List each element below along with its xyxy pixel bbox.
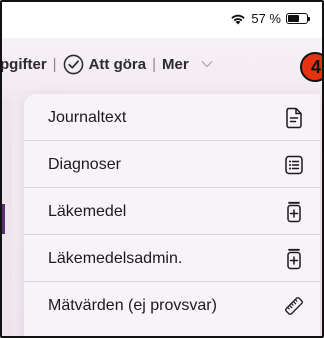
tab-mer[interactable]: Mer [162,56,189,73]
tab-att-gora[interactable]: Att göra [63,54,147,75]
battery-percent: 57 % [251,11,281,26]
wifi-icon [231,14,246,24]
nav-separator: | [52,55,57,73]
status-indicators: 57 % [230,11,310,26]
background-accent [2,204,5,234]
menu-item-lakemedel[interactable]: Läkemedel [24,188,320,235]
menu-item-label: Läkemedelsadmin. [48,249,183,267]
document-lines-icon [286,107,302,128]
tab-left-clipped[interactable]: pgifter [2,56,47,73]
menu-item-label: Diagnoser [48,155,121,173]
checklist-icon [285,155,303,174]
checkmark-circle-icon [63,54,83,74]
status-bar: 57 % [2,2,322,38]
dropdown-menu: Journaltext Diagnoser Läkemedel Läkemede… [24,94,320,336]
menu-item-label: Journaltext [48,108,127,126]
medicine-bottle-icon [287,201,301,222]
menu-item-label: Mätvärden (ej provsvar) [48,296,217,314]
top-navigation: pgifter | Att göra | Mer 4 [2,38,322,90]
menu-item-lakemedelsadmin[interactable]: Läkemedelsadmin. [24,235,320,282]
menu-item-matvarden[interactable]: Mätvärden (ej provsvar) [24,282,320,329]
menu-item-label: Läkemedel [48,202,127,220]
app-screen: 57 % pgifter | Att göra | Mer 4 Journalt… [0,0,324,338]
menu-item-diagnoser[interactable]: Diagnoser [24,141,320,188]
tab-att-gora-label: Att göra [88,55,147,73]
medicine-bottle-icon [287,248,301,269]
nav-separator: | [152,55,156,73]
chevron-down-icon[interactable] [201,60,213,68]
battery-icon [286,13,310,24]
menu-item-journaltext[interactable]: Journaltext [24,94,320,141]
battery-level-fill [288,15,300,22]
notification-badge[interactable]: 4 [300,52,322,82]
ruler-icon [285,296,303,315]
